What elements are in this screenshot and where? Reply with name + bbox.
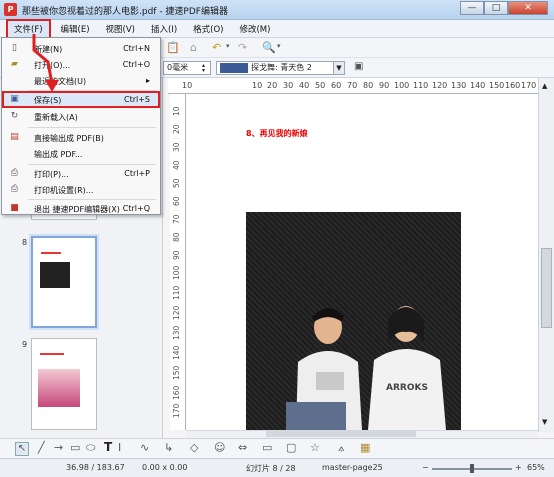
annotation-arrow: [32, 34, 59, 92]
